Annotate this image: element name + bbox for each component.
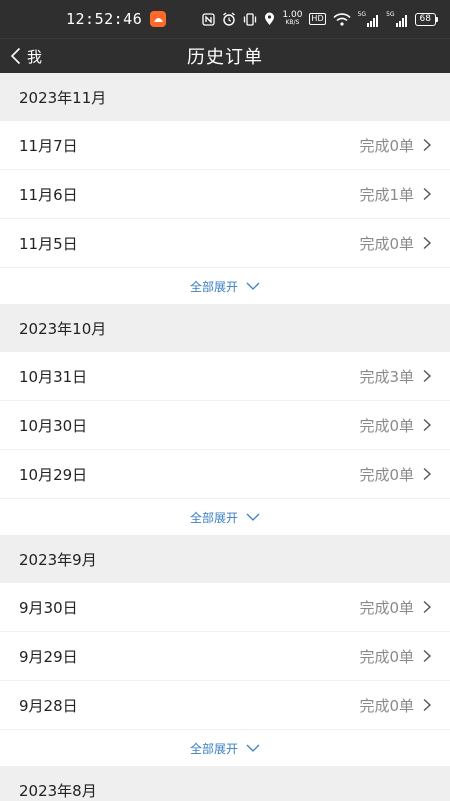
month-section: 2023年8月	[0, 766, 450, 801]
completed-count: 完成0单	[359, 647, 414, 666]
month-section: 2023年9月 9月30日 完成0单 9月29日 完成0单 9月28日 完成0单 全部展开	[0, 535, 450, 766]
day-row[interactable]: 9月29日 完成0单	[0, 632, 450, 681]
day-row-right: 完成3单	[359, 366, 432, 387]
signal-2-icon: 5G	[386, 11, 407, 27]
day-row[interactable]: 9月28日 完成0单	[0, 681, 450, 730]
day-row[interactable]: 11月7日 完成0单	[0, 121, 450, 170]
completed-count: 完成3单	[359, 367, 414, 386]
day-row[interactable]: 10月29日 完成0单	[0, 450, 450, 499]
month-header: 2023年9月	[0, 535, 450, 583]
chevron-right-icon	[422, 649, 432, 663]
chevron-right-icon	[422, 369, 432, 383]
battery-level: 68	[419, 13, 431, 24]
completed-count: 完成0单	[359, 598, 414, 617]
back-button[interactable]: 我	[10, 39, 42, 73]
chevron-left-icon	[10, 47, 21, 65]
day-row[interactable]: 9月30日 完成0单	[0, 583, 450, 632]
day-date: 9月30日	[19, 598, 78, 617]
chevron-right-icon	[422, 236, 432, 250]
month-section: 2023年11月 11月7日 完成0单 11月6日 完成1单 11月5日 完成0单 全部展开	[0, 73, 450, 304]
day-row[interactable]: 11月6日 完成1单	[0, 170, 450, 219]
net-speed: 1.00 KB/S	[282, 11, 302, 27]
day-row-right: 完成0单	[359, 695, 432, 716]
status-right: 1.00 KB/S HD 5G 5G 68	[202, 11, 439, 27]
expand-all-button[interactable]: 全部展开	[0, 268, 450, 304]
net-speed-value: 1.00	[282, 10, 303, 20]
sim1-label: 5G	[357, 11, 367, 18]
chevron-down-icon	[246, 744, 260, 752]
chevron-right-icon	[422, 698, 432, 712]
expand-all-button[interactable]: 全部展开	[0, 730, 450, 766]
day-row-right: 完成0单	[359, 597, 432, 618]
day-date: 10月29日	[19, 465, 88, 484]
completed-count: 完成0单	[359, 696, 414, 715]
day-date: 10月30日	[19, 416, 88, 435]
day-row-right: 完成1单	[359, 184, 432, 205]
page-title: 历史订单	[187, 47, 263, 68]
chevron-down-icon	[246, 282, 260, 290]
back-label: 我	[27, 47, 43, 66]
day-date: 11月6日	[19, 185, 78, 204]
month-section: 2023年10月 10月31日 完成3单 10月30日 完成0单 10月29日 完成0单 全部…	[0, 304, 450, 535]
expand-all-button[interactable]: 全部展开	[0, 499, 450, 535]
expand-all-label: 全部展开	[189, 510, 238, 525]
nfc-icon	[202, 11, 216, 27]
expand-all-label: 全部展开	[189, 741, 238, 756]
day-date: 11月5日	[19, 234, 78, 253]
day-row-right: 完成0单	[359, 135, 432, 156]
month-header: 2023年10月	[0, 304, 450, 352]
vibrate-icon	[243, 11, 257, 27]
status-bar: 12:52:46 1.00 KB/S HD 5G 5G 68	[0, 0, 450, 38]
day-row-right: 完成0单	[359, 646, 432, 667]
day-row[interactable]: 10月30日 完成0单	[0, 401, 450, 450]
day-row[interactable]: 11月5日 完成0单	[0, 219, 450, 268]
battery-icon: 68	[414, 12, 439, 26]
signal-icon: 5G	[358, 11, 379, 27]
day-row[interactable]: 10月31日 完成3单	[0, 352, 450, 401]
completed-count: 完成0单	[359, 136, 414, 155]
chevron-right-icon	[422, 187, 432, 201]
completed-count: 完成0单	[359, 416, 414, 435]
day-row-right: 完成0单	[359, 233, 432, 254]
chevron-right-icon	[422, 418, 432, 432]
status-time: 12:52:46	[66, 10, 143, 28]
month-header: 2023年8月	[0, 766, 450, 801]
completed-count: 完成0单	[359, 234, 414, 253]
app-notification-icon	[150, 11, 167, 27]
net-speed-unit: KB/S	[285, 19, 300, 26]
chevron-down-icon	[246, 513, 260, 521]
completed-count: 完成0单	[359, 465, 414, 484]
wifi-icon	[333, 11, 351, 27]
nav-bar: 我 历史订单	[0, 38, 450, 73]
status-left: 12:52:46	[66, 10, 167, 28]
day-date: 11月7日	[19, 136, 78, 155]
chevron-right-icon	[422, 138, 432, 152]
day-row-right: 完成0单	[359, 415, 432, 436]
alarm-icon	[222, 11, 236, 27]
month-header: 2023年11月	[0, 73, 450, 121]
day-date: 9月28日	[19, 696, 78, 715]
day-date: 10月31日	[19, 367, 88, 386]
chevron-right-icon	[422, 467, 432, 481]
completed-count: 完成1单	[359, 185, 414, 204]
day-row-right: 完成0单	[359, 464, 432, 485]
sim2-label: 5G	[386, 11, 395, 18]
location-icon	[264, 11, 275, 27]
order-history-list[interactable]: 2023年11月 11月7日 完成0单 11月6日 完成1单 11月5日 完成0单 全部展开 2…	[0, 73, 450, 801]
expand-all-label: 全部展开	[189, 279, 238, 294]
day-date: 9月29日	[19, 647, 78, 666]
chevron-right-icon	[422, 600, 432, 614]
hd-voice-badge: HD	[309, 13, 326, 25]
